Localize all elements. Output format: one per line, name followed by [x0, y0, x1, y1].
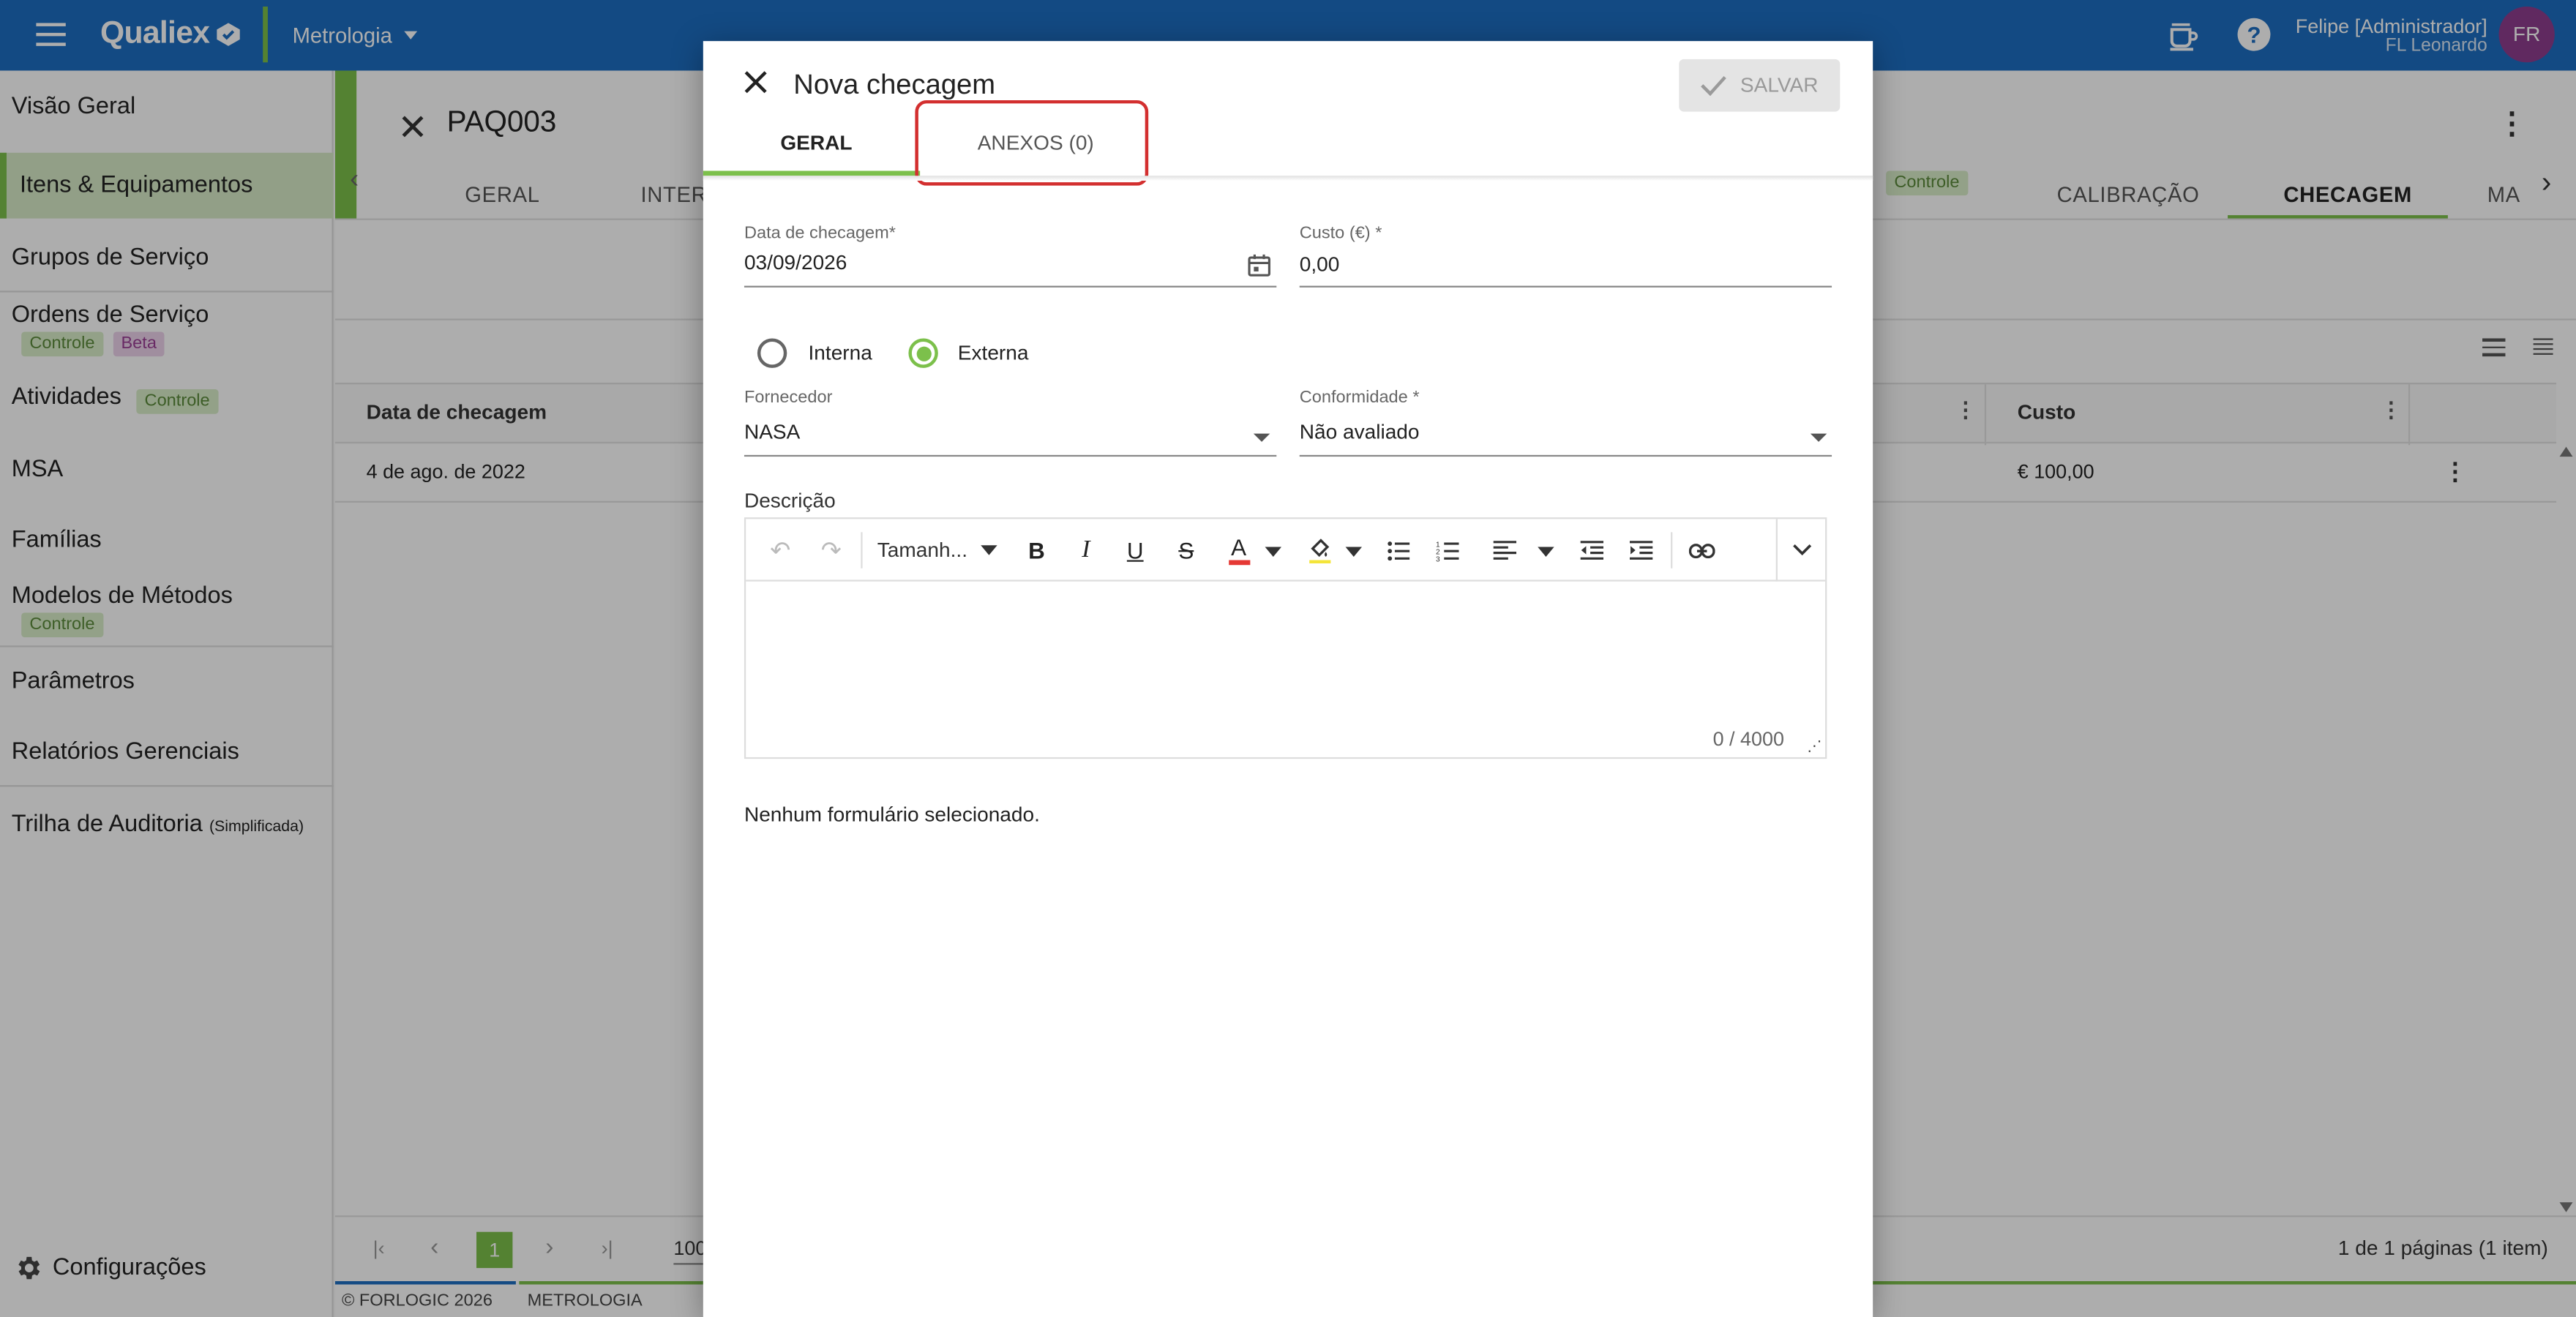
underline-icon[interactable]: U	[1117, 519, 1153, 581]
cost-input[interactable]: 0,00	[1300, 253, 1340, 276]
cost-underline	[1299, 285, 1832, 288]
new-check-dialog: Nova checagem SALVAR GERAL ANEXOS (0) Da…	[703, 41, 1873, 1317]
dialog-title: Nova checagem	[793, 69, 996, 100]
description-label: Descrição	[744, 489, 836, 513]
caret-down-icon[interactable]	[1538, 547, 1554, 558]
save-button[interactable]: SALVAR	[1679, 59, 1841, 112]
tab-label: ANEXOS (0)	[977, 131, 1094, 155]
toolbar-separator	[1671, 532, 1673, 569]
radio-internal[interactable]: Interna	[757, 338, 872, 368]
radio-label: Externa	[957, 341, 1029, 365]
svg-text:3: 3	[1435, 555, 1439, 561]
highlight-color-icon[interactable]	[1301, 519, 1337, 581]
dialog-tab-anexos[interactable]: ANEXOS (0)	[915, 100, 1149, 186]
more-tools-chevron-icon[interactable]	[1786, 519, 1819, 581]
close-dialog-button[interactable]	[739, 66, 772, 99]
no-form-message: Nenhum formulário selecionado.	[744, 803, 1040, 827]
tabs-shadow	[703, 176, 1873, 181]
strikethrough-icon[interactable]: S	[1168, 519, 1204, 581]
bold-icon[interactable]: B	[1019, 519, 1055, 581]
caret-down-icon	[980, 545, 997, 555]
toolbar-separator	[861, 532, 863, 569]
close-icon	[744, 71, 767, 94]
conformity-label: Conformidade *	[1299, 387, 1420, 408]
indent-icon[interactable]	[1623, 519, 1659, 581]
supplier-select[interactable]: NASA	[744, 421, 800, 443]
resize-handle-icon[interactable]: ⋰	[1807, 738, 1821, 754]
dialog-tab-geral[interactable]: GERAL	[703, 107, 921, 176]
date-input[interactable]: 03/09/2026	[744, 251, 847, 274]
outdent-icon[interactable]	[1574, 519, 1610, 581]
calendar-icon[interactable]	[1247, 253, 1272, 278]
conformity-underline	[1299, 454, 1832, 457]
caret-down-icon[interactable]	[1345, 547, 1363, 558]
caret-down-icon[interactable]	[1265, 547, 1282, 558]
supplier-label: Fornecedor	[744, 387, 833, 408]
dropdown-arrow-icon[interactable]	[1253, 433, 1270, 442]
editor-toolbar: ↶ ↷ Tamanh... B I U S A 1 2 3	[746, 519, 1826, 582]
align-icon[interactable]	[1487, 519, 1523, 581]
char-counter: 0 / 4000	[1712, 727, 1784, 751]
supplier-underline	[744, 454, 1277, 457]
redo-icon[interactable]: ↷	[813, 519, 849, 581]
rich-text-editor: ↶ ↷ Tamanh... B I U S A 1 2 3 0 / 4000 ⋰	[744, 517, 1827, 759]
italic-icon[interactable]: I	[1068, 519, 1104, 581]
undo-icon[interactable]: ↶	[763, 519, 798, 581]
cost-label: Custo (€) *	[1299, 223, 1382, 244]
date-label: Data de checagem*	[744, 223, 896, 244]
active-tab-indicator	[703, 170, 921, 176]
bulleted-list-icon[interactable]	[1380, 519, 1416, 581]
editor-content[interactable]	[746, 582, 1825, 757]
font-size-select[interactable]: Tamanh...	[877, 519, 1009, 581]
radio-unchecked-icon	[757, 338, 787, 368]
radio-checked-icon	[908, 338, 938, 368]
conformity-select[interactable]: Não avaliado	[1300, 421, 1420, 443]
text-color-icon[interactable]: A	[1221, 519, 1257, 581]
radio-external[interactable]: Externa	[908, 338, 1029, 368]
toolbar-separator	[1775, 519, 1778, 582]
radio-label: Interna	[808, 341, 872, 365]
link-icon[interactable]	[1684, 519, 1720, 581]
save-label: SALVAR	[1740, 74, 1819, 97]
date-underline	[744, 285, 1277, 288]
tab-label: GERAL	[780, 131, 853, 155]
check-icon	[1701, 76, 1727, 97]
numbered-list-icon[interactable]: 123	[1429, 519, 1465, 581]
dropdown-arrow-icon[interactable]	[1810, 433, 1827, 442]
font-size-label: Tamanh...	[877, 539, 968, 562]
